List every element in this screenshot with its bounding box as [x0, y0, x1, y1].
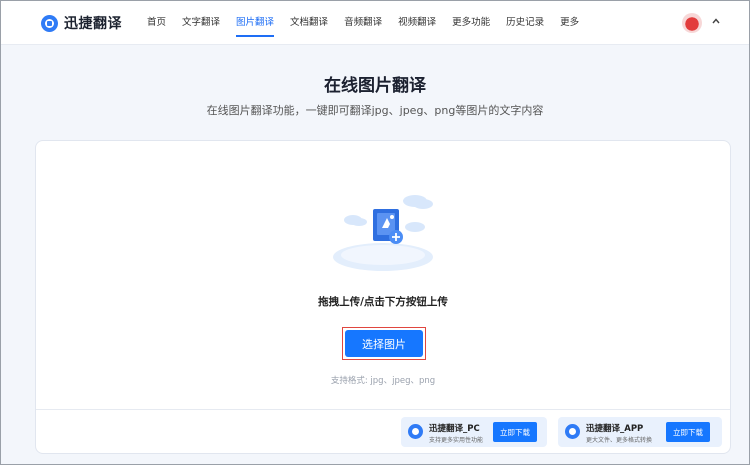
download-card-pc-desc: 支持更多实用性功能 — [429, 437, 484, 444]
select-image-highlight: 选择图片 — [342, 327, 426, 360]
download-card-app-desc: 更大文件、更多格式转换 — [586, 437, 653, 444]
logo-icon — [41, 14, 58, 32]
download-pc-button[interactable]: 立即下载 — [493, 422, 537, 442]
download-card-app: 迅捷翻译_APP 更大文件、更多格式转换 立即下载 — [558, 417, 722, 447]
nav-item-image-translate[interactable]: 图片翻译 — [236, 1, 275, 45]
download-card-pc-name: 迅捷翻译_PC — [429, 424, 480, 434]
download-card-app-name: 迅捷翻译_APP — [586, 424, 644, 434]
download-app-button[interactable]: 立即下载 — [666, 422, 710, 442]
top-navbar: 迅捷翻译 首页 文字翻译 图片翻译 文档翻译 音频翻译 视频翻译 更多功能 历史… — [1, 1, 749, 45]
page-subtitle: 在线图片翻译功能，一键即可翻译jpg、jpeg、png等图片的文字内容 — [206, 104, 544, 117]
panel-divider — [36, 409, 730, 410]
chevron-up-icon[interactable] — [711, 15, 721, 29]
nav-item-video-translate[interactable]: 视频翻译 — [398, 1, 436, 45]
page-title: 在线图片翻译 — [324, 76, 426, 96]
logo-text: 迅捷翻译 — [64, 16, 122, 32]
nav-item-more-features[interactable]: 更多功能 — [452, 1, 490, 45]
upload-illustration-icon — [333, 195, 433, 271]
download-card-pc: 迅捷翻译_PC 支持更多实用性功能 立即下载 — [401, 417, 547, 447]
nav-item-audio-translate[interactable]: 音频翻译 — [344, 1, 382, 45]
upload-panel[interactable]: 拖拽上传/点击下方按钮上传 选择图片 支持格式: jpg、jpeg、png 迅捷… — [35, 140, 731, 454]
avatar[interactable] — [682, 13, 702, 33]
pc-app-logo-icon — [408, 424, 423, 439]
select-image-button[interactable]: 选择图片 — [345, 330, 423, 357]
logo[interactable]: 迅捷翻译 — [41, 13, 122, 33]
nav-item-text-translate[interactable]: 文字翻译 — [182, 1, 220, 45]
nav-item-history[interactable]: 历史记录 — [506, 1, 544, 45]
main-nav: 首页 文字翻译 图片翻译 文档翻译 音频翻译 视频翻译 更多功能 历史记录 更多 — [147, 1, 595, 45]
drag-upload-hint: 拖拽上传/点击下方按钮上传 — [318, 296, 448, 308]
nav-item-home[interactable]: 首页 — [147, 1, 166, 45]
supported-formats: 支持格式: jpg、jpeg、png — [330, 376, 436, 386]
nav-item-document-translate[interactable]: 文档翻译 — [290, 1, 328, 45]
nav-item-more[interactable]: 更多 — [560, 1, 579, 45]
mobile-app-logo-icon — [565, 424, 580, 439]
